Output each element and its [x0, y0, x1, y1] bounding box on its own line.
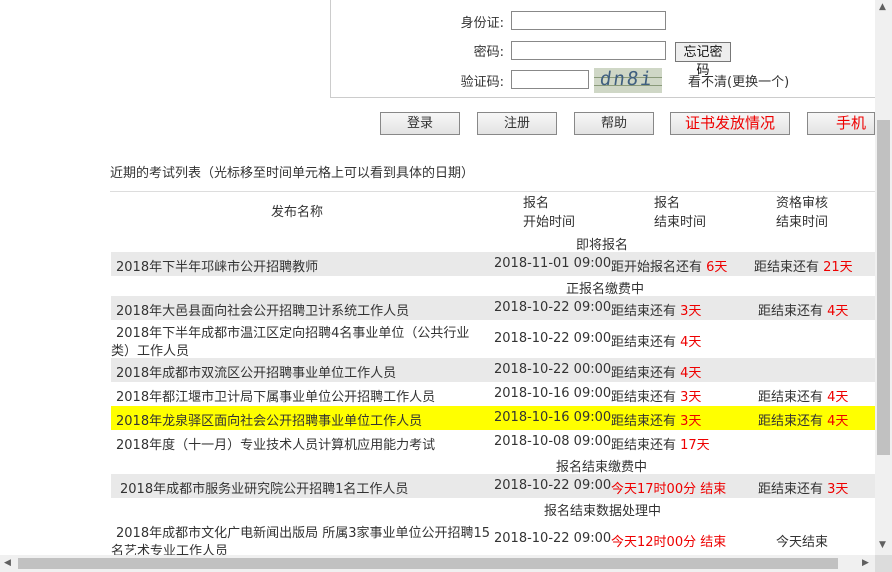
table-row[interactable]: 2018年大邑县面向社会公开招聘卫计系统工作人员 2018-10-22 09:0… [111, 296, 878, 320]
id-label: 身份证: [460, 16, 504, 31]
id-input[interactable] [511, 11, 666, 30]
header-review-2: 结束时间 [776, 215, 829, 230]
certificate-status-button[interactable]: 证书发放情况 [670, 112, 790, 135]
scroll-right-icon[interactable]: ▶ [862, 558, 869, 568]
table-row[interactable]: 2018年成都市服务业研究院公开招聘1名工作人员 2018-10-22 09:0… [111, 474, 878, 498]
table-row[interactable]: 2018年成都市文化广电新闻出版局 所属3家事业单位公开招聘15 名艺术专业工作… [111, 518, 878, 559]
vertical-scrollbar[interactable]: ▲ ▼ [875, 0, 892, 555]
section-fee: 报名结束缴费中 [556, 460, 648, 475]
section-open: 正报名缴费中 [566, 282, 645, 297]
password-label: 密码: [473, 45, 504, 60]
mobile-button[interactable]: 手机报 [807, 112, 875, 135]
header-review-1: 资格审核 [776, 196, 829, 211]
table-row[interactable]: 2018年下半年邛崃市公开招聘教师 2018-11-01 09:00 距开始报名… [111, 252, 878, 276]
table-row[interactable]: 2018年度（十一月）专业技术人员计算机应用能力考试 2018-10-08 09… [111, 430, 878, 454]
table-row[interactable]: 2018年下半年成都市温江区定向招聘4名事业单位（公共行业 类）工作人员 201… [111, 320, 878, 359]
scroll-left-icon[interactable]: ◀ [4, 558, 11, 568]
login-panel: 身份证: 密码: 忘记密码 验证码: dn8i 看不清(更换一个) [330, 0, 876, 98]
table-row-highlighted[interactable]: 2018年龙泉驿区面向社会公开招聘事业单位工作人员 2018-10-16 09:… [111, 406, 878, 430]
password-input[interactable] [511, 41, 666, 60]
horizontal-scrollbar[interactable]: ◀ ▶ [0, 555, 875, 572]
scroll-up-icon[interactable]: ▲ [879, 2, 886, 12]
section-upcoming: 即将报名 [576, 238, 629, 253]
table-row[interactable]: 2018年成都市双流区公开招聘事业单位工作人员 2018-10-22 00:00… [111, 358, 878, 382]
header-name: 发布名称 [271, 205, 324, 220]
exam-table: 发布名称 报名 开始时间 报名 结束时间 资格审核 结束时间 即将报名 2018… [110, 191, 878, 559]
header-start-1: 报名 [523, 196, 550, 211]
header-start-2: 开始时间 [523, 215, 576, 230]
horizontal-scroll-thumb[interactable] [18, 558, 838, 569]
table-row[interactable]: 2018年都江堰市卫计局下属事业单位公开招聘工作人员 2018-10-16 09… [111, 382, 878, 406]
forgot-password-button[interactable]: 忘记密码 [675, 42, 731, 77]
section-processing: 报名结束数据处理中 [544, 504, 662, 519]
captcha-input[interactable] [511, 70, 589, 89]
table-header: 发布名称 报名 开始时间 报名 结束时间 资格审核 结束时间 [111, 192, 878, 232]
captcha-image[interactable]: dn8i [594, 68, 662, 93]
scroll-down-icon[interactable]: ▼ [879, 540, 886, 550]
vertical-scroll-thumb[interactable] [877, 120, 890, 455]
captcha-label: 验证码: [460, 75, 504, 90]
header-end-2: 结束时间 [654, 215, 707, 230]
help-button[interactable]: 帮助 [574, 112, 654, 135]
refresh-captcha-link[interactable]: 看不清(更换一个) [688, 71, 789, 90]
register-button[interactable]: 注册 [477, 112, 557, 135]
scrollbar-corner [875, 555, 892, 572]
captcha-text: dn8i [598, 68, 656, 90]
login-button[interactable]: 登录 [380, 112, 460, 135]
list-caption: 近期的考试列表（光标移至时间单元格上可以看到具体的日期） [110, 166, 475, 181]
header-end-1: 报名 [654, 196, 681, 211]
